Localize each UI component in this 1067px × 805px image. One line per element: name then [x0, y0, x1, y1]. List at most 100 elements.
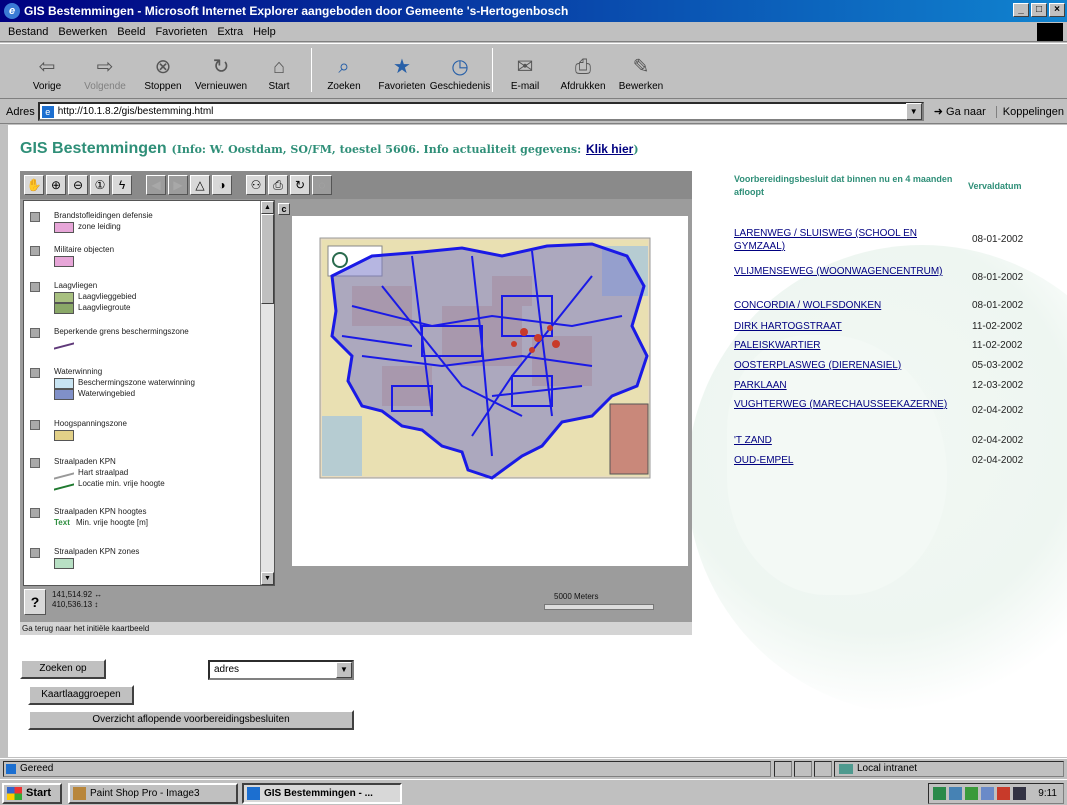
go-button[interactable]: ➜ Ga naar	[934, 105, 986, 118]
prev-extent-icon[interactable]: ◀	[146, 175, 166, 195]
search-by-button[interactable]: Zoeken op	[20, 659, 106, 679]
tray-network-icon[interactable]	[933, 787, 946, 800]
toolbar-vernieuwen-button[interactable]: ↻ Vernieuwen	[192, 44, 250, 96]
legend-label: zone leiding	[78, 222, 121, 231]
legend-checkbox[interactable]	[30, 328, 40, 338]
legend-swatch	[54, 378, 74, 389]
address-dropdown-button[interactable]: ▼	[905, 103, 922, 120]
tray-alert-icon[interactable]	[997, 787, 1010, 800]
select-icon[interactable]: △	[190, 175, 210, 195]
toolbar-zoeken-button[interactable]: ⌕ Zoeken	[315, 44, 373, 96]
maximize-button[interactable]: □	[1031, 3, 1047, 17]
status-panel	[774, 761, 792, 777]
info-icon[interactable]: ①	[90, 175, 110, 195]
legend-checkbox[interactable]	[30, 282, 40, 292]
list-item-link[interactable]: DIRK HARTOGSTRAAT	[734, 320, 966, 333]
toolbar-start-button[interactable]: ⌂ Start	[250, 44, 308, 96]
menu-beeld[interactable]: Beeld	[117, 26, 145, 38]
toolbar-e-mail-button[interactable]: ✉ E-mail	[496, 44, 554, 96]
clock: 9:11	[1038, 788, 1057, 799]
toolbar-bewerken-button[interactable]: ✎ Bewerken	[612, 44, 670, 96]
legend-group-title: Straalpaden KPN	[54, 457, 116, 466]
toolbar-volgende-button[interactable]: ⇨ Volgende	[76, 44, 134, 96]
menu-favorieten[interactable]: Favorieten	[155, 26, 207, 38]
list-item-date: 08-01-2002	[972, 272, 1024, 283]
toolbar-label: Geschiedenis	[429, 81, 491, 92]
city-map[interactable]	[292, 216, 688, 566]
scroll-down-button[interactable]: ▼	[261, 572, 274, 585]
list-item-link[interactable]: LARENWEG / SLUISWEG (SCHOOL EN GYMZAAL)	[734, 227, 966, 253]
tray-sync-icon[interactable]	[981, 787, 994, 800]
tray-app-icon[interactable]	[965, 787, 978, 800]
list-item-link[interactable]: VUGHTERWEG (MARECHAUSSEEKAZERNE)	[734, 398, 966, 411]
legend-group-title: Straalpaden KPN zones	[54, 547, 140, 556]
edit-icon: ✎	[632, 56, 650, 78]
next-extent-icon[interactable]: ▶	[168, 175, 188, 195]
help-button[interactable]: ?	[24, 589, 46, 615]
list-item-link[interactable]: CONCORDIA / WOLFSDONKEN	[734, 299, 966, 312]
legend-checkbox[interactable]	[30, 368, 40, 378]
menu-help[interactable]: Help	[253, 26, 276, 38]
list-item-date: 08-01-2002	[972, 234, 1024, 245]
scroll-thumb[interactable]	[261, 214, 274, 304]
menu-bestand[interactable]: Bestand	[8, 26, 48, 38]
print-map-icon[interactable]: ⎙	[268, 175, 288, 195]
list-item-link[interactable]: VLIJMENSEWEG (WOONWAGENCENTRUM)	[734, 265, 966, 278]
close-button[interactable]: ×	[1049, 3, 1065, 17]
legend-checkbox[interactable]	[30, 548, 40, 558]
legend-checkbox[interactable]	[30, 212, 40, 222]
legend-collapse-button[interactable]: c	[278, 203, 290, 215]
page-title: GIS Bestemmingen (Info: W. Oostdam, SO/F…	[20, 139, 639, 158]
minimize-button[interactable]: _	[1013, 3, 1029, 17]
info-link[interactable]: Klik hier	[586, 142, 633, 156]
clear-select-icon[interactable]: ◑	[212, 175, 232, 195]
list-item-link[interactable]: 'T ZAND	[734, 434, 966, 447]
home-icon: ⌂	[272, 56, 286, 78]
zoom-out-icon[interactable]: ⊖	[68, 175, 88, 195]
list-item-link[interactable]: PARKLAAN	[734, 379, 966, 392]
tray-monitor-icon[interactable]	[949, 787, 962, 800]
task-label: GIS Bestemmingen - ...	[264, 788, 373, 799]
legend-swatch	[54, 479, 74, 491]
windows-logo-icon	[1037, 23, 1063, 41]
legend-scrollbar[interactable]: ▲ ▼	[260, 201, 274, 585]
browser-toolbar: ⇦ Vorige ⇨ Volgende ⊗ Stoppen ↻ Vernieuwen ⌂ Star…	[0, 43, 1067, 99]
taskbar-item-paintshop[interactable]: Paint Shop Pro - Image3	[68, 783, 238, 804]
toolbar-afdrukken-button[interactable]: ⎙ Afdrukken	[554, 44, 612, 96]
list-item-date: 05-03-2002	[972, 360, 1024, 371]
list-item-date: 12-03-2002	[972, 380, 1024, 391]
map-view[interactable]	[292, 216, 688, 566]
menu-extra[interactable]: Extra	[217, 26, 243, 38]
legend-checkbox[interactable]	[30, 420, 40, 430]
toolbar-favorieten-button[interactable]: ★ Favorieten	[373, 44, 431, 96]
tray-speaker-icon[interactable]	[1013, 787, 1026, 800]
scroll-up-button[interactable]: ▲	[261, 201, 274, 214]
links-button[interactable]: Koppelingen	[995, 105, 1064, 118]
legend-label: Beschermingszone waterwinning	[78, 378, 195, 387]
list-item-link[interactable]: OOSTERPLASWEG (DIERENASIEL)	[734, 359, 966, 372]
address-input[interactable]: e http://10.1.8.2/gis/bestemming.html	[37, 102, 924, 121]
address-label: Adres	[6, 105, 35, 118]
legend-checkbox[interactable]	[30, 246, 40, 256]
legend-checkbox[interactable]	[30, 458, 40, 468]
extra-tool-icon[interactable]: ◌	[312, 175, 332, 195]
overview-button[interactable]: Overzicht aflopende voorbereidingsbeslui…	[28, 710, 354, 730]
map-layers-button[interactable]: Kaartlaaggroepen	[28, 685, 134, 705]
pan-hand-icon[interactable]: ✋	[24, 175, 44, 195]
start-button[interactable]: Start	[2, 783, 62, 804]
legend-swatch	[54, 292, 74, 303]
toolbar-vorige-button[interactable]: ⇦ Vorige	[18, 44, 76, 96]
search-type-select[interactable]: adres ▼	[208, 660, 354, 680]
list-item-link[interactable]: PALEISKWARTIER	[734, 339, 966, 352]
zoom-in-icon[interactable]: ⊕	[46, 175, 66, 195]
binoculars-icon[interactable]: ⚇	[246, 175, 266, 195]
chevron-down-icon[interactable]: ▼	[336, 662, 352, 678]
legend-checkbox[interactable]	[30, 508, 40, 518]
lightning-icon[interactable]: ϟ	[112, 175, 132, 195]
refresh-map-icon[interactable]: ↻	[290, 175, 310, 195]
list-item-link[interactable]: OUD-EMPEL	[734, 454, 966, 467]
toolbar-stoppen-button[interactable]: ⊗ Stoppen	[134, 44, 192, 96]
taskbar-item-gis[interactable]: GIS Bestemmingen - ...	[242, 783, 402, 804]
menu-bewerken[interactable]: Bewerken	[58, 26, 107, 38]
toolbar-geschiedenis-button[interactable]: ◷ Geschiedenis	[429, 44, 491, 96]
